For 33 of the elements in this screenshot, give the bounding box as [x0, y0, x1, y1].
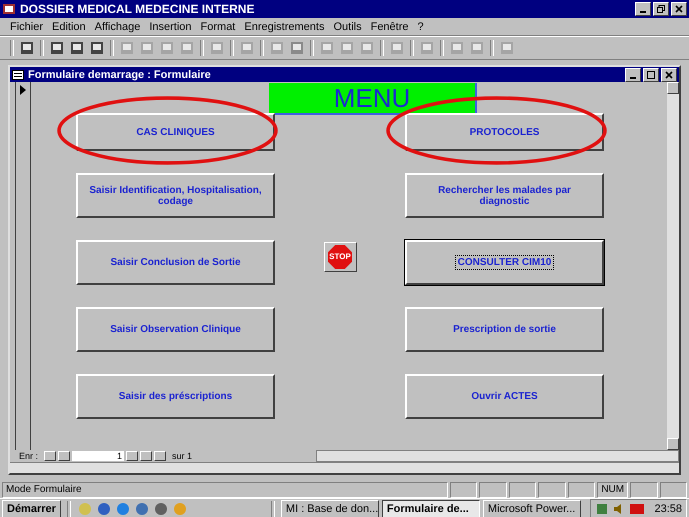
form-button[interactable]: Saisir Identification, Hospitalisation, codage	[76, 173, 275, 218]
menu-item[interactable]: Insertion	[149, 20, 192, 32]
record-number-field[interactable]: 1	[72, 451, 124, 461]
window-title: DOSSIER MEDICAL MEDECINE INTERNE	[20, 2, 256, 16]
form-button[interactable]: Prescription de sortie	[405, 307, 604, 352]
menu-item[interactable]: Affichage	[94, 20, 140, 32]
menu-item[interactable]: Fichier	[10, 20, 44, 32]
menu-heading: MENU	[269, 83, 477, 115]
start-button[interactable]: Démarrer	[2, 500, 61, 517]
form-button[interactable]: PROTOCOLES	[405, 113, 604, 151]
menu-item[interactable]: Format	[200, 20, 236, 32]
record-count: sur 1	[172, 451, 192, 461]
taskbar-button[interactable]: Formulaire de...	[382, 500, 480, 517]
menu-item[interactable]: ?	[418, 20, 424, 32]
clock: 23:58	[654, 503, 682, 515]
stop-button[interactable]: STOP	[324, 242, 356, 272]
form-button[interactable]: Rechercher les malades par diagnostic	[405, 173, 604, 218]
form-title: Formulaire demarrage : Formulaire	[28, 68, 211, 80]
menu-item[interactable]: Outils	[333, 20, 362, 32]
menu-item[interactable]: Fenêtre	[370, 20, 409, 32]
form-button[interactable]: Saisir des préscriptions	[76, 374, 275, 419]
form-button[interactable]: Saisir Observation Clinique	[76, 307, 275, 352]
record-label: Enr :	[19, 451, 38, 461]
form-button[interactable]: CAS CLINIQUES	[76, 113, 275, 151]
menu-item[interactable]: Enregistrements	[244, 20, 324, 32]
form-button[interactable]: Ouvrir ACTES	[405, 374, 604, 419]
status-text: Mode Formulaire	[2, 482, 448, 498]
num-lock-indicator: NUM	[597, 482, 628, 498]
form-button[interactable]: CONSULTER CIM10	[405, 240, 604, 285]
menu-item[interactable]: Edition	[52, 20, 86, 32]
taskbar-button[interactable]: Microsoft Power...	[482, 500, 581, 517]
taskbar-button[interactable]: MI : Base de don...	[280, 500, 379, 517]
form-button[interactable]: Saisir Conclusion de Sortie	[76, 240, 275, 285]
